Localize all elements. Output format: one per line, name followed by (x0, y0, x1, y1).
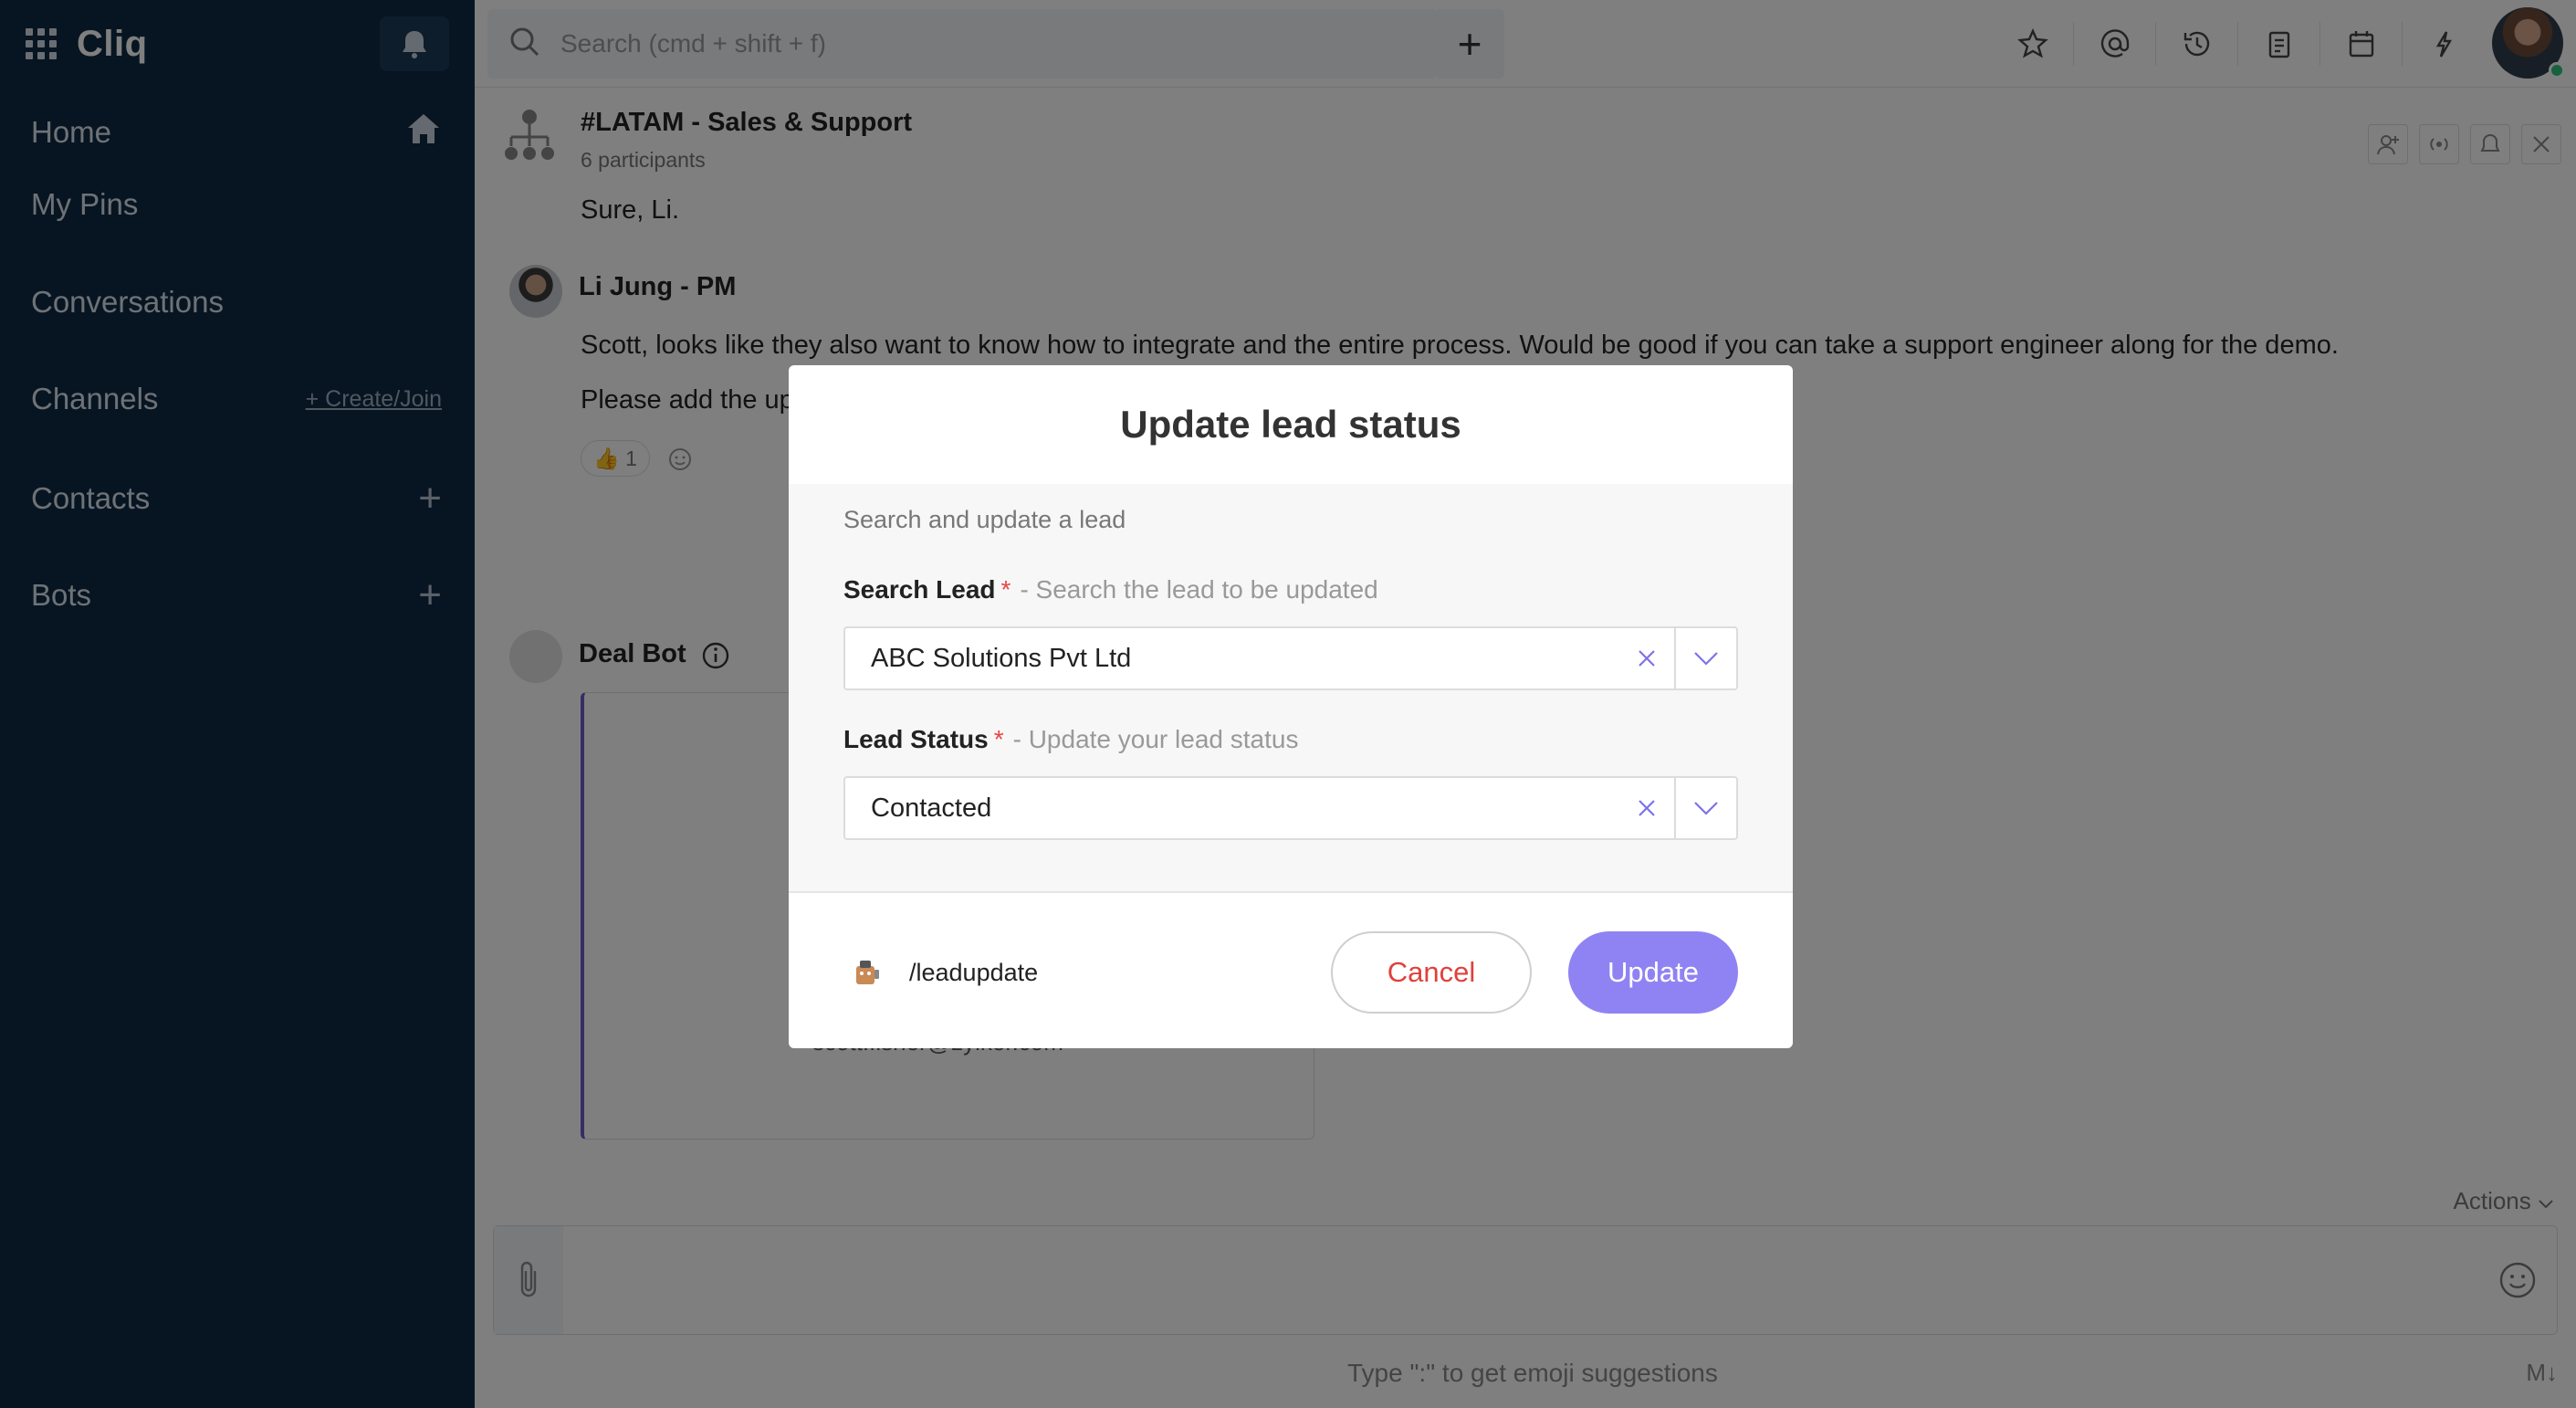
slash-command: /leadupdate (851, 957, 1038, 988)
search-lead-select[interactable]: ABC Solutions Pvt Ltd (843, 626, 1738, 690)
clear-icon[interactable] (1619, 778, 1674, 838)
field-hint: - Search the lead to be updated (1020, 575, 1378, 604)
cancel-button[interactable]: Cancel (1331, 931, 1532, 1014)
chevron-down-icon[interactable] (1674, 778, 1736, 838)
command-name: /leadupdate (909, 958, 1039, 986)
lead-status-value: Contacted (871, 793, 992, 823)
update-button[interactable]: Update (1568, 931, 1738, 1014)
bot-icon (851, 957, 882, 988)
search-lead-label: Search Lead * - Search the lead to be up… (843, 575, 1378, 604)
field-label: Lead Status (843, 725, 989, 753)
chevron-down-icon[interactable] (1674, 628, 1736, 688)
lead-status-label: Lead Status * - Update your lead status (843, 725, 1298, 754)
dialog-title: Update lead status (1120, 403, 1461, 446)
dialog-body: Search and update a lead Search Lead * -… (789, 484, 1793, 893)
field-hint: - Update your lead status (1012, 725, 1299, 753)
lead-status-select[interactable]: Contacted (843, 776, 1738, 840)
field-label: Search Lead (843, 575, 996, 604)
required-marker: * (993, 725, 1004, 753)
update-lead-dialog: Update lead status Search and update a l… (789, 365, 1793, 1048)
dialog-description: Search and update a lead (843, 506, 1126, 533)
clear-icon[interactable] (1619, 628, 1674, 688)
required-marker: * (1000, 575, 1011, 604)
dialog-footer: /leadupdate Cancel Update (789, 895, 1793, 1048)
search-lead-value: ABC Solutions Pvt Ltd (871, 643, 1132, 673)
